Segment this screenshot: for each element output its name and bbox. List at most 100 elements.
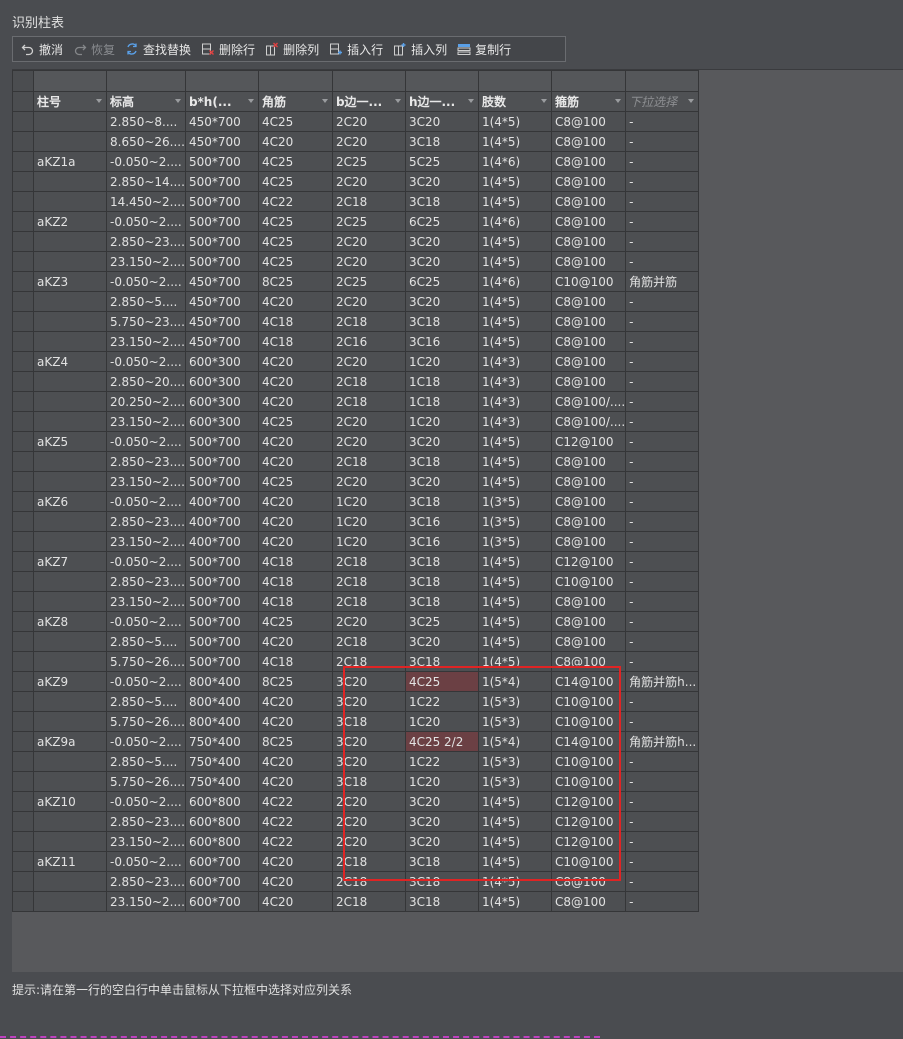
table-cell[interactable]: 3C18 bbox=[404, 191, 479, 212]
table-cell[interactable]: 角筋并筋 bbox=[625, 271, 700, 292]
table-cell[interactable]: 2.850~20.... bbox=[106, 371, 186, 392]
table-cell[interactable]: 3C20 bbox=[404, 431, 479, 452]
table-cell[interactable]: 3C20 bbox=[404, 291, 479, 312]
table-cell[interactable]: -0.050~2.... bbox=[106, 491, 186, 512]
table-cell[interactable]: C8@100 bbox=[550, 191, 627, 212]
table-cell[interactable]: - bbox=[625, 891, 700, 912]
table-cell[interactable]: C8@100 bbox=[550, 471, 627, 492]
table-cell[interactable]: 23.150~2.... bbox=[106, 591, 186, 612]
table-cell[interactable]: C10@100 bbox=[550, 691, 627, 712]
table-cell[interactable]: 1C20 bbox=[404, 411, 479, 432]
table-cell[interactable]: 600*700 bbox=[184, 891, 259, 912]
row-header-cell[interactable] bbox=[12, 111, 34, 132]
table-row[interactable]: 23.150~2.... 600*300 4C25 2C20 1C20 1(4*3) C8@… bbox=[12, 411, 700, 432]
table-cell[interactable]: 3C20 bbox=[404, 791, 479, 812]
table-cell[interactable] bbox=[33, 631, 107, 652]
row-header-cell[interactable] bbox=[12, 331, 34, 352]
column-header[interactable]: 下拉选择 bbox=[625, 91, 700, 112]
table-cell[interactable]: aKZ8 bbox=[33, 611, 107, 632]
row-header-cell[interactable] bbox=[12, 531, 34, 552]
table-cell[interactable]: 1C20 bbox=[331, 511, 406, 532]
table-cell[interactable]: 3C25 bbox=[404, 611, 479, 632]
table-cell[interactable]: 1(4*5) bbox=[477, 331, 552, 352]
table-cell[interactable]: 4C20 bbox=[257, 391, 333, 412]
table-cell[interactable]: 2C20 bbox=[331, 231, 406, 252]
table-cell[interactable]: 400*700 bbox=[184, 511, 259, 532]
row-header-cell[interactable] bbox=[12, 191, 34, 212]
table-row[interactable]: 23.150~2.... 450*700 4C18 2C16 3C16 1(4*5) C8@… bbox=[12, 331, 700, 352]
column-header[interactable]: b边一... bbox=[331, 91, 406, 112]
table-cell[interactable]: 1(4*5) bbox=[477, 871, 552, 892]
table-row[interactable]: 23.150~2.... 400*700 4C20 1C20 3C16 1(3*5) C8@… bbox=[12, 531, 700, 552]
table-cell[interactable] bbox=[33, 291, 107, 312]
table-cell[interactable]: 2.850~23.... bbox=[106, 571, 186, 592]
table-cell[interactable]: C12@100 bbox=[550, 791, 627, 812]
row-header-cell[interactable] bbox=[12, 131, 34, 152]
column-header[interactable]: b*h(... bbox=[184, 91, 259, 112]
table-cell[interactable]: - bbox=[625, 491, 700, 512]
table-cell[interactable]: 3C20 bbox=[404, 471, 479, 492]
table-cell[interactable]: C8@100 bbox=[550, 331, 627, 352]
row-header-cell[interactable] bbox=[12, 731, 34, 752]
table-cell[interactable]: - bbox=[625, 351, 700, 372]
table-cell[interactable]: 1(5*3) bbox=[477, 771, 552, 792]
table-cell[interactable]: 1(4*5) bbox=[477, 131, 552, 152]
table-cell[interactable]: 4C22 bbox=[257, 191, 333, 212]
table-cell[interactable]: 1C20 bbox=[404, 711, 479, 732]
table-cell[interactable]: 1(5*3) bbox=[477, 711, 552, 732]
row-header-cell[interactable] bbox=[12, 551, 34, 572]
table-cell[interactable]: 4C18 bbox=[257, 651, 333, 672]
table-cell[interactable]: 3C20 bbox=[404, 111, 479, 132]
table-cell[interactable] bbox=[33, 531, 107, 552]
table-cell[interactable]: 1(4*5) bbox=[477, 791, 552, 812]
table-cell[interactable]: 5C25 bbox=[404, 151, 479, 172]
table-cell[interactable]: C8@100 bbox=[550, 231, 627, 252]
table-cell[interactable] bbox=[33, 371, 107, 392]
table-cell[interactable]: - bbox=[625, 531, 700, 552]
table-cell[interactable]: 450*700 bbox=[184, 271, 259, 292]
table-cell[interactable]: 1(4*5) bbox=[477, 171, 552, 192]
table-cell[interactable] bbox=[33, 891, 107, 912]
table-cell[interactable] bbox=[33, 831, 107, 852]
table-cell[interactable]: 450*700 bbox=[184, 131, 259, 152]
table-cell[interactable]: 2C20 bbox=[331, 811, 406, 832]
table-cell[interactable]: - bbox=[625, 111, 700, 132]
table-cell[interactable]: C12@100 bbox=[550, 431, 627, 452]
table-cell[interactable]: C10@100 bbox=[550, 851, 627, 872]
table-cell[interactable]: aKZ3 bbox=[33, 271, 107, 292]
dropdown-arrow-icon[interactable] bbox=[247, 99, 254, 103]
table-cell[interactable]: - bbox=[625, 851, 700, 872]
table-cell[interactable]: 2.850~23.... bbox=[106, 511, 186, 532]
table-cell[interactable]: 2C20 bbox=[331, 611, 406, 632]
table-row[interactable]: aKZ7 -0.050~2.... 500*700 4C18 2C18 3C18 1(4*5… bbox=[12, 551, 700, 572]
table-cell[interactable]: 2C18 bbox=[331, 571, 406, 592]
table-cell[interactable]: C8@100 bbox=[550, 131, 627, 152]
table-cell[interactable]: 1(4*5) bbox=[477, 231, 552, 252]
table-cell[interactable]: 500*700 bbox=[184, 151, 259, 172]
table-cell[interactable]: aKZ10 bbox=[33, 791, 107, 812]
table-row[interactable]: 23.150~2.... 500*700 4C18 2C18 3C18 1(4*5) C8@… bbox=[12, 591, 700, 612]
table-cell[interactable]: - bbox=[625, 131, 700, 152]
table-cell[interactable]: 4C18 bbox=[257, 551, 333, 572]
row-header-cell[interactable] bbox=[12, 831, 34, 852]
table-cell[interactable]: 1C18 bbox=[404, 371, 479, 392]
table-cell[interactable]: -0.050~2.... bbox=[106, 271, 186, 292]
table-cell[interactable]: 500*700 bbox=[184, 631, 259, 652]
table-cell[interactable]: 5.750~26.... bbox=[106, 771, 186, 792]
row-header-cell[interactable] bbox=[12, 391, 34, 412]
table-cell[interactable]: 1(4*6) bbox=[477, 211, 552, 232]
table-cell[interactable]: 3C16 bbox=[404, 511, 479, 532]
table-cell[interactable]: 4C25 bbox=[257, 411, 333, 432]
table-cell[interactable]: 2.850~23.... bbox=[106, 871, 186, 892]
table-cell[interactable]: 500*700 bbox=[184, 471, 259, 492]
table-cell[interactable]: 450*700 bbox=[184, 331, 259, 352]
table-row[interactable]: 5.750~26.... 500*700 4C18 2C18 3C18 1(4*5) C8@… bbox=[12, 651, 700, 672]
table-cell[interactable]: 4C20 bbox=[257, 711, 333, 732]
table-cell[interactable]: 3C16 bbox=[404, 331, 479, 352]
table-cell[interactable] bbox=[33, 811, 107, 832]
mapping-cell[interactable] bbox=[257, 70, 333, 92]
table-cell[interactable]: 1(3*5) bbox=[477, 491, 552, 512]
table-cell[interactable]: -0.050~2.... bbox=[106, 851, 186, 872]
table-cell[interactable]: aKZ6 bbox=[33, 491, 107, 512]
table-cell[interactable]: 2C25 bbox=[331, 211, 406, 232]
